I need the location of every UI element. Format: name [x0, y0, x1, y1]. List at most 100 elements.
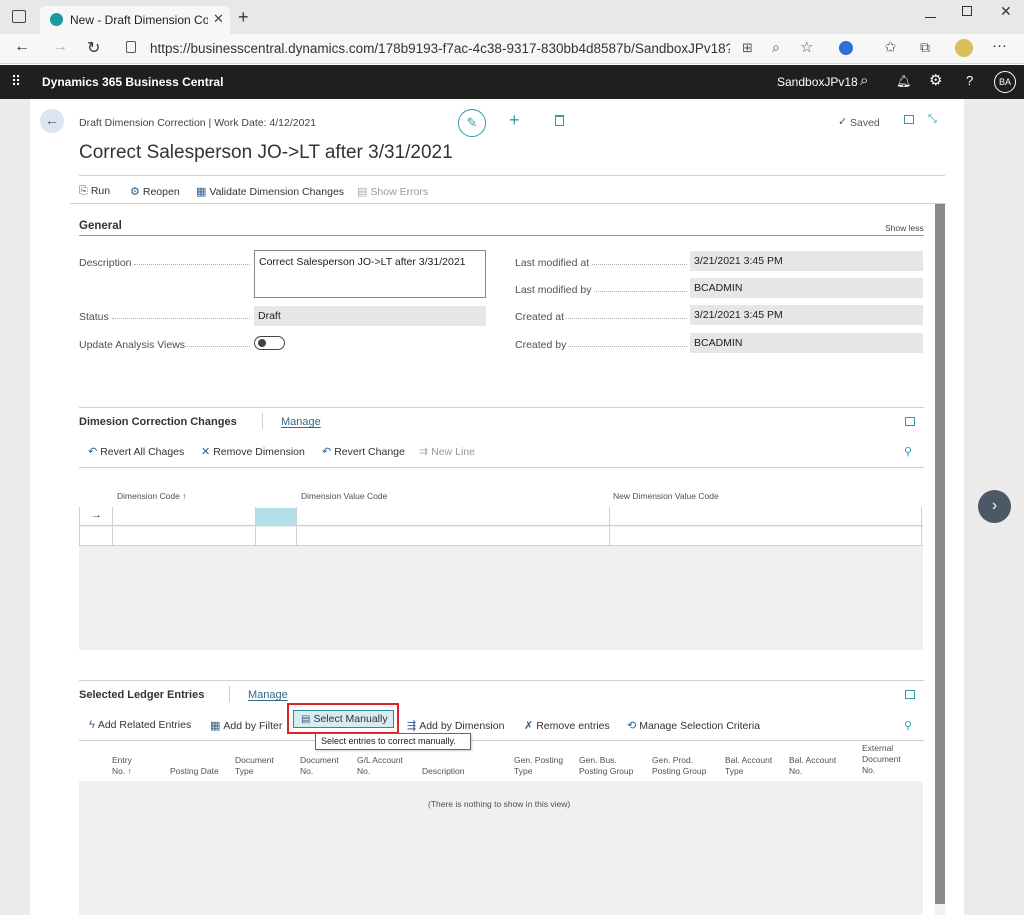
edit-button[interactable]: ✎: [458, 109, 486, 137]
new-line-label: New Line: [431, 446, 475, 458]
select-manually-button[interactable]: ▤ Select Manually: [293, 710, 394, 728]
zoom-icon[interactable]: ⌕: [772, 39, 780, 56]
manage-selection-criteria-button[interactable]: ⟲ Manage Selection Criteria: [627, 719, 760, 732]
remove-dimension-label: Remove Dimension: [213, 446, 305, 458]
description-field[interactable]: Correct Salesperson JO->LT after 3/31/20…: [254, 250, 486, 298]
notification-bell-icon[interactable]: 🔔︎: [896, 74, 911, 88]
user-avatar[interactable]: BA: [994, 71, 1016, 93]
col-gen-bus-posting-group[interactable]: Gen. Bus. Posting Group: [579, 755, 641, 777]
last-modified-at-dots: [592, 264, 687, 265]
revert-all-changes-button[interactable]: ↶ Revert All Chages: [88, 445, 184, 458]
environment-name[interactable]: SandboxJPv18: [777, 75, 858, 89]
maximize-icon[interactable]: [962, 6, 972, 16]
add-by-dimension-button[interactable]: ⇶ Add by Dimension: [407, 719, 504, 732]
new-line-button[interactable]: ⇉ New Line: [419, 445, 475, 458]
col-description[interactable]: Description: [422, 766, 465, 777]
show-less-link[interactable]: Show less: [885, 223, 924, 233]
new-tab-icon[interactable]: +: [238, 7, 249, 28]
app-name[interactable]: Dynamics 365 Business Central: [42, 75, 223, 89]
last-modified-at-label: Last modified at: [515, 257, 590, 269]
minimize-icon[interactable]: [925, 17, 936, 18]
new-button[interactable]: +: [509, 110, 520, 131]
forward-icon[interactable]: →: [52, 38, 68, 56]
reopen-button[interactable]: ⚙ Reopen: [130, 185, 180, 198]
extension-globe-icon[interactable]: [839, 41, 853, 55]
general-divider: [79, 235, 924, 236]
waffle-icon[interactable]: ⠿: [11, 73, 21, 90]
col-posting-date[interactable]: Posting Date: [170, 766, 219, 777]
settings-gear-icon[interactable]: ⚙: [929, 71, 942, 89]
app-available-icon[interactable]: ⊞: [742, 40, 753, 56]
remove-entries-icon: ✗: [524, 720, 534, 732]
run-button[interactable]: ⎘ Run: [79, 185, 110, 198]
show-errors-button[interactable]: ▤ Show Errors: [357, 185, 428, 198]
dim-changes-actions-divider: [79, 467, 924, 468]
dim-changes-title[interactable]: Dimesion Correction Changes: [79, 416, 237, 428]
page-scrollbar-thumb[interactable]: [935, 204, 945, 904]
col-bal-account-no[interactable]: Bal. Account No.: [789, 755, 841, 777]
dim-changes-expand-icon[interactable]: [905, 417, 915, 426]
col-gen-posting-type[interactable]: Gen. Posting Type: [514, 755, 570, 777]
dim-changes-manage-link[interactable]: Manage: [281, 416, 321, 428]
ledger-actions-divider: [79, 740, 924, 741]
ledger-manage-link[interactable]: Manage: [248, 689, 288, 701]
open-new-window-icon[interactable]: [904, 115, 914, 124]
update-analysis-views-toggle[interactable]: [254, 336, 285, 350]
url-field[interactable]: https://businesscentral.dynamics.com/178…: [116, 37, 734, 61]
ledger-sep: [229, 686, 230, 702]
dim-changes-row-1[interactable]: [79, 507, 923, 526]
last-modified-at-value: 3/21/2021 3:45 PM: [694, 255, 783, 267]
collapse-icon[interactable]: ⤡: [928, 113, 937, 126]
delete-icon[interactable]: [555, 115, 564, 126]
back-icon[interactable]: ←: [14, 38, 30, 56]
more-menu-icon[interactable]: ···: [992, 37, 1007, 54]
back-button[interactable]: ←: [40, 109, 64, 133]
close-tab-icon[interactable]: ✕: [213, 11, 224, 27]
add-by-filter-button[interactable]: ▦ Add by Filter: [210, 719, 282, 732]
favorite-star-icon[interactable]: ☆: [800, 38, 813, 56]
page-title: Correct Salesperson JO->LT after 3/31/20…: [79, 142, 453, 163]
revert-change-button[interactable]: ↶ Revert Change: [322, 445, 405, 458]
remove-dimension-button[interactable]: ✕ Remove Dimension: [201, 445, 305, 458]
breadcrumb: Draft Dimension Correction | Work Date: …: [79, 117, 317, 129]
col-document-no[interactable]: Document No.: [300, 755, 340, 777]
search-icon[interactable]: ⌕: [860, 72, 868, 89]
help-icon[interactable]: ?: [966, 73, 973, 88]
close-window-icon[interactable]: ✕: [1000, 3, 1012, 20]
ledger-expand-icon[interactable]: [905, 690, 915, 699]
reopen-label: Reopen: [142, 186, 180, 198]
dim-changes-row-2[interactable]: [79, 527, 923, 546]
col-dimension-code[interactable]: Dimension Code ↑: [117, 491, 186, 502]
last-modified-by-value: BCADMIN: [694, 282, 743, 294]
selected-cell[interactable]: [256, 508, 296, 526]
validate-icon: ▦: [196, 186, 207, 198]
col-dimension-value-code[interactable]: Dimension Value Code: [301, 491, 387, 502]
revert-change-label: Revert Change: [334, 446, 405, 458]
validate-label: Validate Dimension Changes: [209, 186, 345, 198]
dim-changes-personalize-icon[interactable]: ⚲: [904, 445, 912, 458]
next-record-button[interactable]: ›: [978, 490, 1011, 523]
col-gl-account-no[interactable]: G/L Account No.: [357, 755, 417, 777]
created-by-dots: [568, 346, 687, 347]
col-entry-no[interactable]: Entry No. ↑: [112, 755, 142, 777]
favorites-icon[interactable]: ✩: [884, 38, 897, 56]
col-document-type[interactable]: Document Type: [235, 755, 275, 777]
browser-tab[interactable]: New - Draft Dimension Correctio ✕: [40, 6, 230, 34]
col-external-document-no[interactable]: External Document No.: [862, 743, 912, 776]
col-new-dimension-value-code[interactable]: New Dimension Value Code: [613, 491, 719, 502]
toggle-knob: [258, 339, 266, 347]
add-related-entries-button[interactable]: ϟ Add Related Entries: [89, 719, 191, 731]
tab-actions-icon[interactable]: [12, 10, 26, 23]
collections-icon[interactable]: ⧉: [920, 39, 930, 56]
ledger-top-divider: [79, 680, 924, 681]
ledger-personalize-icon[interactable]: ⚲: [904, 719, 912, 732]
validate-dimension-changes-button[interactable]: ▦ Validate Dimension Changes: [196, 185, 344, 198]
refresh-icon[interactable]: ↻: [87, 38, 100, 58]
remove-entries-button[interactable]: ✗ Remove entries: [524, 719, 610, 732]
general-section-title[interactable]: General: [79, 220, 122, 232]
col-gen-prod-posting-group[interactable]: Gen. Prod. Posting Group: [652, 755, 714, 777]
ledger-title[interactable]: Selected Ledger Entries: [79, 689, 204, 701]
profile-avatar[interactable]: [955, 39, 973, 57]
col-bal-account-type[interactable]: Bal. Account Type: [725, 755, 777, 777]
add-related-icon: ϟ: [89, 719, 95, 731]
